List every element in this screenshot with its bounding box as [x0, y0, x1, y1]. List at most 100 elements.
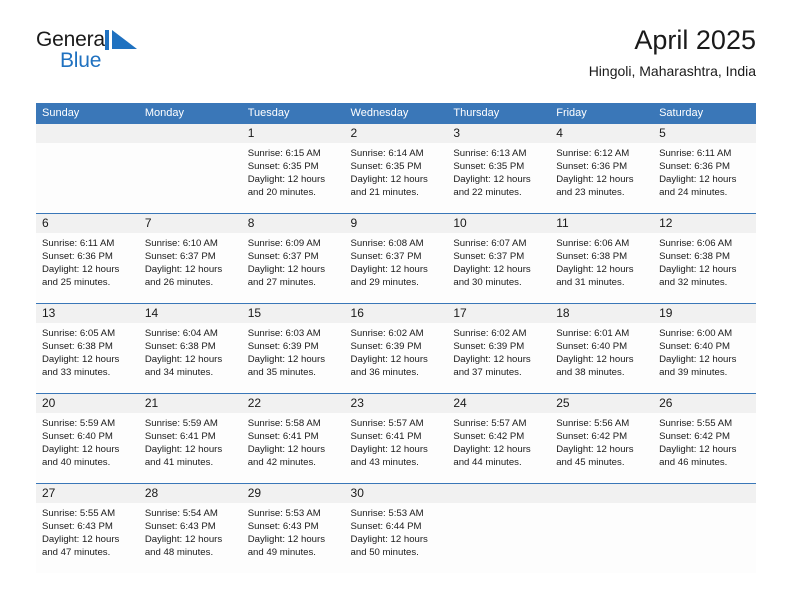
day-detail-line: and 43 minutes.: [350, 457, 419, 469]
day-detail-line: Sunset: 6:43 PM: [42, 521, 113, 533]
day-number[interactable]: 26: [653, 394, 756, 413]
day-detail-line: and 30 minutes.: [453, 277, 522, 289]
day-detail-line: Daylight: 12 hours: [42, 354, 120, 366]
day-number[interactable]: 25: [550, 394, 653, 413]
day-cell[interactable]: Sunrise: 5:53 AM Sunset: 6:43 PM Daylight:…: [242, 503, 345, 573]
day-number[interactable]: 5: [653, 124, 756, 143]
day-detail-line: Sunset: 6:36 PM: [556, 161, 628, 173]
day-detail-line: Daylight: 12 hours: [247, 534, 326, 546]
day-detail-line: Daylight: 12 hours: [42, 534, 120, 546]
day-cell[interactable]: Sunrise: 6:09 AM Sunset: 6:37 PM Daylight:…: [242, 233, 345, 303]
day-number[interactable]: 15: [242, 304, 345, 323]
day-number[interactable]: 14: [139, 304, 242, 323]
day-number[interactable]: 19: [653, 304, 756, 323]
day-detail-line: and 24 minutes.: [659, 187, 728, 199]
day-number[interactable]: 4: [550, 124, 653, 143]
day-cell[interactable]: Sunrise: 5:59 AM Sunset: 6:40 PM Daylight:…: [36, 413, 139, 483]
day-detail-line: Sunset: 6:39 PM: [453, 341, 525, 353]
day-cell[interactable]: Sunrise: 6:11 AM Sunset: 6:36 PM Daylight:…: [36, 233, 139, 303]
day-cell[interactable]: Sunrise: 6:10 AM Sunset: 6:37 PM Daylight:…: [139, 233, 242, 303]
day-cell[interactable]: Sunrise: 5:57 AM Sunset: 6:42 PM Daylight:…: [447, 413, 550, 483]
day-cell[interactable]: Sunrise: 6:01 AM Sunset: 6:40 PM Daylight:…: [550, 323, 653, 393]
day-detail-line: Sunrise: 6:04 AM: [144, 328, 218, 339]
day-cell[interactable]: Sunrise: 6:06 AM Sunset: 6:38 PM Daylight:…: [653, 233, 756, 303]
day-cell[interactable]: Sunrise: 5:59 AM Sunset: 6:41 PM Daylight:…: [139, 413, 242, 483]
day-detail-line: Daylight: 12 hours: [144, 264, 223, 276]
calendar-week-row: 20 21 22 23 24 25 26 Sunrise: 5:59 AM Sunset: 6:…: [36, 393, 756, 483]
page-subtitle: Hingoli, Maharashtra, India: [588, 62, 756, 79]
day-cell[interactable]: Sunrise: 6:02 AM Sunset: 6:39 PM Daylight:…: [447, 323, 550, 393]
day-number[interactable]: 13: [36, 304, 139, 323]
day-detail-line: Daylight: 12 hours: [453, 354, 531, 366]
day-cell[interactable]: Sunrise: 6:12 AM Sunset: 6:36 PM Daylight:…: [550, 143, 653, 213]
day-cell[interactable]: Sunrise: 5:54 AM Sunset: 6:43 PM Daylight:…: [139, 503, 242, 573]
day-number[interactable]: 9: [345, 214, 448, 233]
day-detail-line: and 38 minutes.: [556, 367, 625, 379]
day-number[interactable]: 6: [36, 214, 139, 233]
day-cell[interactable]: Sunrise: 6:04 AM Sunset: 6:38 PM Daylight:…: [139, 323, 242, 393]
calendar-page: General Blue April 2025 Hingoli, Maharas…: [0, 0, 792, 612]
day-number[interactable]: 29: [242, 484, 345, 503]
day-cell[interactable]: Sunrise: 6:11 AM Sunset: 6:36 PM Daylight:…: [653, 143, 756, 213]
day-cell[interactable]: Sunrise: 6:14 AM Sunset: 6:35 PM Daylight:…: [345, 143, 448, 213]
weekday-header-monday: Monday: [144, 107, 184, 119]
day-cell[interactable]: Sunrise: 6:13 AM Sunset: 6:35 PM Daylight:…: [447, 143, 550, 213]
day-detail-line: Sunset: 6:36 PM: [659, 161, 730, 173]
day-cell[interactable]: Sunrise: 5:58 AM Sunset: 6:41 PM Daylight:…: [242, 413, 345, 483]
day-number[interactable]: 30: [345, 484, 448, 503]
day-number[interactable]: 17: [447, 304, 550, 323]
day-detail-line: Sunset: 6:43 PM: [144, 521, 216, 533]
day-number[interactable]: 18: [550, 304, 653, 323]
day-number[interactable]: 7: [139, 214, 242, 233]
day-cell[interactable]: Sunrise: 6:03 AM Sunset: 6:39 PM Daylight:…: [242, 323, 345, 393]
day-cell[interactable]: Sunrise: 6:07 AM Sunset: 6:37 PM Daylight:…: [447, 233, 550, 303]
day-number[interactable]: 10: [447, 214, 550, 233]
day-number[interactable]: 8: [242, 214, 345, 233]
day-details-band: Sunrise: 6:15 AM Sunset: 6:35 PM Daylight:…: [36, 143, 756, 213]
day-cell[interactable]: Sunrise: 6:15 AM Sunset: 6:35 PM Daylight:…: [242, 143, 345, 213]
day-details-band: Sunrise: 5:59 AM Sunset: 6:40 PM Daylight:…: [36, 413, 756, 483]
day-cell[interactable]: Sunrise: 5:55 AM Sunset: 6:42 PM Daylight:…: [653, 413, 756, 483]
day-number[interactable]: 21: [139, 394, 242, 413]
day-number[interactable]: 1: [242, 124, 345, 143]
month-calendar: Sunday Monday Tuesday Wednesday Thursday Frid…: [36, 103, 756, 573]
day-number[interactable]: 27: [36, 484, 139, 503]
day-detail-line: Sunrise: 6:07 AM: [453, 238, 527, 249]
day-detail-line: Sunset: 6:38 PM: [42, 341, 113, 353]
day-number[interactable]: 2: [345, 124, 448, 143]
day-number[interactable]: 22: [242, 394, 345, 413]
day-number[interactable]: 23: [345, 394, 448, 413]
day-number[interactable]: 16: [345, 304, 448, 323]
day-details-band: Sunrise: 5:55 AM Sunset: 6:43 PM Daylight:…: [36, 503, 756, 573]
day-detail-line: and 41 minutes.: [144, 457, 214, 469]
day-cell[interactable]: Sunrise: 6:05 AM Sunset: 6:38 PM Daylight:…: [36, 323, 139, 393]
day-cell[interactable]: Sunrise: 5:53 AM Sunset: 6:44 PM Daylight:…: [345, 503, 448, 573]
day-cell[interactable]: Sunrise: 6:06 AM Sunset: 6:38 PM Daylight:…: [550, 233, 653, 303]
day-number[interactable]: 20: [36, 394, 139, 413]
day-number[interactable]: 24: [447, 394, 550, 413]
day-number[interactable]: 3: [447, 124, 550, 143]
day-detail-line: and 33 minutes.: [42, 367, 111, 379]
brand-logo[interactable]: General Blue: [36, 28, 176, 80]
day-detail-line: Daylight: 12 hours: [556, 174, 634, 186]
day-detail-line: and 47 minutes.: [42, 547, 111, 559]
day-cell[interactable]: Sunrise: 5:55 AM Sunset: 6:43 PM Daylight:…: [36, 503, 139, 573]
day-number[interactable]: 12: [653, 214, 756, 233]
weekday-header-wednesday: Wednesday: [350, 107, 409, 119]
day-number[interactable]: 11: [550, 214, 653, 233]
day-cell[interactable]: Sunrise: 6:02 AM Sunset: 6:39 PM Daylight:…: [345, 323, 448, 393]
day-cell[interactable]: Sunrise: 5:57 AM Sunset: 6:41 PM Daylight:…: [345, 413, 448, 483]
day-detail-line: Sunrise: 6:13 AM: [453, 148, 527, 159]
day-detail-line: Daylight: 12 hours: [350, 534, 428, 546]
weekday-header-sunday: Sunday: [42, 107, 80, 119]
day-detail-line: and 23 minutes.: [556, 187, 625, 199]
day-cell[interactable]: Sunrise: 6:00 AM Sunset: 6:40 PM Daylight:…: [653, 323, 756, 393]
day-detail-line: Sunrise: 6:14 AM: [350, 148, 424, 159]
day-detail-line: Sunrise: 5:56 AM: [556, 418, 630, 429]
weekday-header-row: Sunday Monday Tuesday Wednesday Thursday Frid…: [36, 103, 756, 124]
day-cell[interactable]: Sunrise: 5:56 AM Sunset: 6:42 PM Daylight:…: [550, 413, 653, 483]
day-detail-line: and 25 minutes.: [42, 277, 111, 289]
day-number[interactable]: 28: [139, 484, 242, 503]
day-cell[interactable]: Sunrise: 6:08 AM Sunset: 6:37 PM Daylight:…: [345, 233, 448, 303]
day-detail-line: Sunset: 6:40 PM: [556, 341, 628, 353]
